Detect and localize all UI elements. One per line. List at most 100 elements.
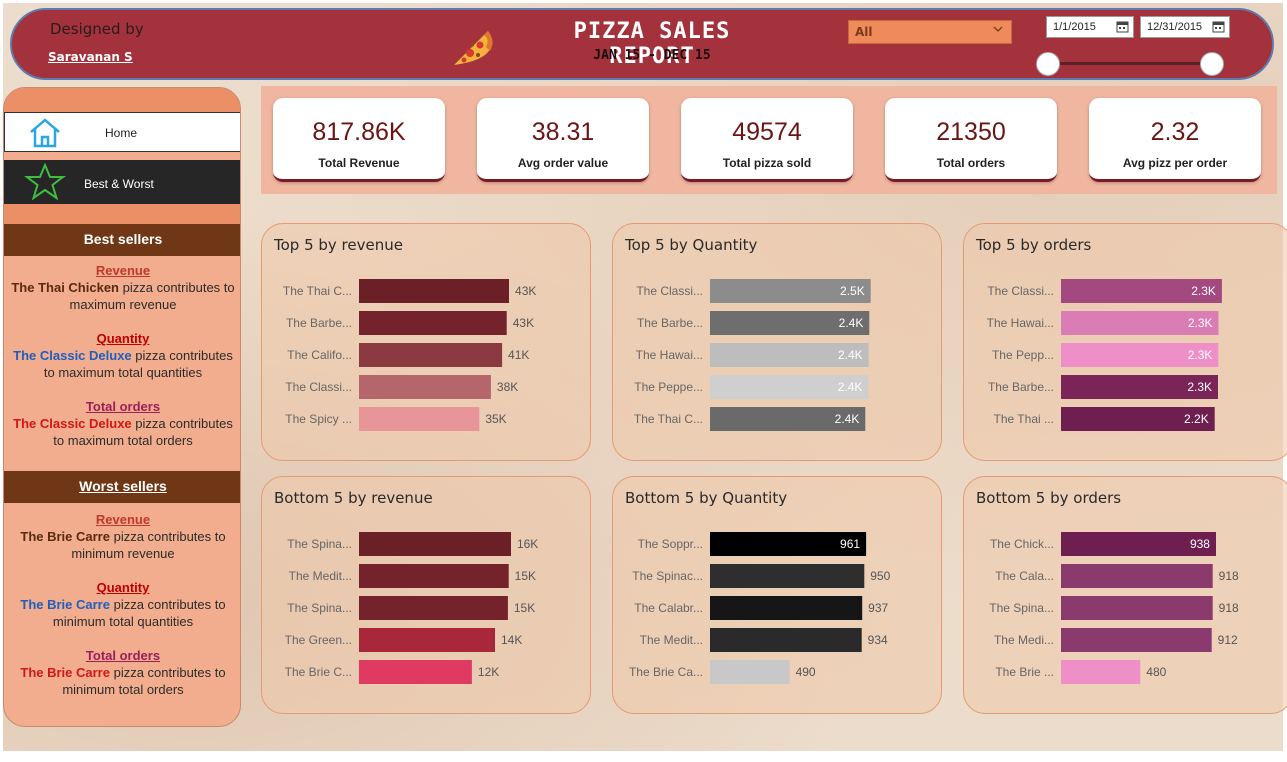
data-label: 2.4K [838, 348, 863, 362]
data-label: 16K [517, 537, 538, 551]
start-date-value: 1/1/2015 [1053, 21, 1096, 33]
worst-quantity-title: Quantity [96, 580, 150, 595]
bar[interactable] [359, 660, 472, 684]
data-label: 2.3K [1188, 348, 1213, 362]
category-label: The Thai C... [634, 412, 703, 426]
end-date-value: 12/31/2015 [1147, 21, 1203, 33]
chart-bottom5-orders: Bottom 5 by orders The Chick... 938 The Ca… [963, 476, 1287, 714]
filter-dropdown[interactable]: All [848, 20, 1012, 44]
bar[interactable] [1061, 596, 1213, 620]
worst-quantity-block: Quantity The Brie Carre pizza contribute… [4, 579, 240, 630]
data-label: 2.4K [835, 412, 860, 426]
bar[interactable] [1061, 564, 1213, 588]
category-label: The Medi... [994, 633, 1054, 647]
best-revenue-text: The Thai Chicken pizza contributes to ma… [4, 279, 240, 313]
chart-plot: The Chick... 938 The Cala... 918 The Spina..… [989, 532, 1239, 684]
data-label: 937 [868, 601, 888, 615]
bar[interactable] [359, 532, 511, 556]
category-label: The Medit... [289, 569, 352, 583]
worst-orders-title: Total orders [85, 648, 161, 663]
chart-top5-quantity: Top 5 by Quantity The Classi... 2.5K The B… [612, 223, 942, 461]
calendar-icon[interactable] [1116, 20, 1129, 33]
kpi-value: 21350 [936, 118, 1006, 146]
bar[interactable] [359, 311, 507, 335]
worst-revenue-title: Revenue [95, 512, 151, 527]
bar[interactable] [710, 660, 790, 684]
category-label: The Classi... [636, 284, 703, 298]
date-range-end-handle[interactable] [1200, 52, 1224, 76]
sidebar: Home Best & Worst Best sellers Revenue T… [3, 87, 241, 727]
bar[interactable] [710, 564, 865, 588]
filter-dropdown-value: All [855, 25, 873, 39]
nav-best-worst-button[interactable]: Best & Worst [4, 160, 240, 204]
category-label: The Cala... [995, 569, 1054, 583]
best-revenue-block: Revenue The Thai Chicken pizza contribut… [4, 262, 240, 313]
category-label: The Brie Ca... [629, 665, 703, 679]
report-header: Designed by Saravanan S PIZZA SALES REPO… [10, 8, 1274, 80]
best-quantity-text: The Classic Deluxe pizza contributes to … [10, 347, 236, 381]
worst-orders-pizza: The Brie Carre [20, 665, 110, 680]
bar[interactable] [710, 628, 862, 652]
end-date-input[interactable]: 12/31/2015 [1140, 16, 1230, 38]
chart-top5-orders: Top 5 by orders The Classi... 2.3K The Haw… [963, 223, 1287, 461]
bar[interactable] [1061, 660, 1141, 684]
best-orders-pizza: The Classic Deluxe [13, 416, 132, 431]
kpi-label: Total orders [936, 156, 1006, 170]
category-label: The Hawai... [636, 348, 703, 362]
date-range-start-handle[interactable] [1036, 52, 1060, 76]
data-label: 15K [514, 601, 535, 615]
nav-home-label: Home [105, 126, 138, 140]
data-label: 2.4K [838, 380, 863, 394]
worst-orders-text: The Brie Carre pizza contributes to mini… [14, 664, 232, 698]
kpi-card-total-pizza-sold: 49574 Total pizza sold [681, 98, 853, 182]
data-label: 2.3K [1187, 380, 1212, 394]
data-label: 938 [1190, 537, 1210, 551]
nav-home-button[interactable]: Home [4, 112, 240, 152]
bar[interactable] [1061, 628, 1212, 652]
kpi-label: Total pizza sold [722, 156, 812, 170]
data-label: 43K [515, 284, 536, 298]
kpi-value: 2.32 [1150, 118, 1200, 146]
category-label: The Spinac... [632, 569, 703, 583]
bar[interactable] [359, 279, 509, 303]
best-quantity-title: Quantity [96, 331, 150, 346]
bar[interactable] [359, 375, 491, 399]
best-revenue-pizza: The Thai Chicken [11, 280, 119, 295]
home-icon [30, 118, 60, 148]
calendar-icon[interactable] [1212, 20, 1225, 33]
data-label: 35K [485, 412, 506, 426]
best-orders-block: Total orders The Classic Deluxe pizza co… [4, 398, 240, 449]
kpi-label: Total Revenue [318, 156, 400, 170]
kpi-value: 49574 [732, 118, 802, 146]
author-link[interactable]: Saravanan S [48, 50, 133, 64]
data-label: 918 [1219, 601, 1239, 615]
best-sellers-heading: Best sellers [4, 224, 240, 256]
kpi-label: Avg order value [517, 156, 609, 170]
bar[interactable] [359, 564, 509, 588]
category-label: The Thai ... [994, 412, 1054, 426]
worst-revenue-text: The Brie Carre pizza contributes to mini… [14, 528, 232, 562]
data-label: 961 [840, 537, 860, 551]
category-label: The Barbe... [988, 380, 1054, 394]
data-label: 480 [1146, 665, 1166, 679]
kpi-label: Avg pizz per order [1122, 156, 1228, 170]
bar[interactable] [710, 596, 863, 620]
bar[interactable] [359, 628, 495, 652]
category-label: The Spicy ... [285, 412, 352, 426]
bar[interactable] [359, 596, 508, 620]
start-date-input[interactable]: 1/1/2015 [1046, 16, 1134, 38]
category-label: The Chick... [990, 537, 1054, 551]
kpi-value: 817.86K [312, 118, 406, 146]
worst-revenue-pizza: The Brie Carre [20, 529, 110, 544]
bar[interactable] [359, 343, 503, 367]
designed-by-label: Designed by [50, 20, 144, 38]
worst-orders-block: Total orders The Brie Carre pizza contri… [4, 647, 240, 698]
data-label: 934 [868, 633, 888, 647]
date-range-slider-track[interactable] [1058, 62, 1222, 65]
data-label: 2.4K [839, 316, 864, 330]
worst-quantity-text: The Brie Carre pizza contributes to mini… [14, 596, 232, 630]
worst-quantity-pizza: The Brie Carre [20, 597, 110, 612]
kpi-card-total-orders: 21350 Total orders [885, 98, 1057, 182]
best-revenue-title: Revenue [95, 263, 151, 278]
bar[interactable] [359, 407, 480, 431]
